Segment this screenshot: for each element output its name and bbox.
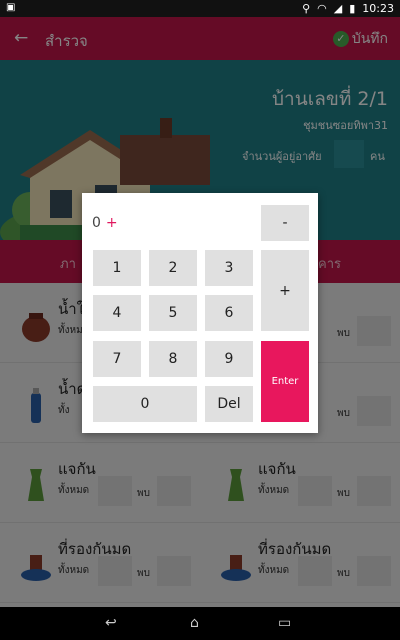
status-bar: ▣ ⚲ ◠ ◢ ▮ 10:23: [0, 0, 400, 17]
key-6[interactable]: 6: [205, 295, 253, 331]
plus-button[interactable]: +: [261, 250, 309, 331]
display-value: 0: [92, 215, 101, 231]
notification-icon: ▣: [6, 2, 16, 13]
enter-button[interactable]: Enter: [261, 341, 309, 422]
signal-icon: ◢: [333, 2, 343, 15]
display-operator: +: [105, 215, 118, 231]
recents-nav-icon[interactable]: ▭: [278, 615, 291, 631]
minus-button[interactable]: -: [261, 205, 309, 241]
key-2[interactable]: 2: [149, 250, 197, 286]
back-nav-icon[interactable]: ↩: [105, 615, 117, 631]
clock-time: 10:23: [362, 2, 394, 15]
system-nav-bar: ↩ ⌂ ▭: [0, 607, 400, 640]
key-0[interactable]: 0: [93, 386, 197, 422]
key-5[interactable]: 5: [149, 295, 197, 331]
key-9[interactable]: 9: [205, 341, 253, 377]
key-1[interactable]: 1: [93, 250, 141, 286]
key-8[interactable]: 8: [149, 341, 197, 377]
location-icon: ⚲: [302, 2, 311, 15]
key-7[interactable]: 7: [93, 341, 141, 377]
wifi-icon: ◠: [317, 2, 327, 15]
delete-button[interactable]: Del: [205, 386, 253, 422]
calculator-display: 0 +: [92, 215, 118, 231]
key-4[interactable]: 4: [93, 295, 141, 331]
battery-icon: ▮: [349, 2, 356, 15]
number-pad-dialog: 0 + - 1 2 3 + 4 5 6 7 8 9 Enter 0 Del: [82, 193, 318, 433]
home-nav-icon[interactable]: ⌂: [190, 615, 199, 631]
key-3[interactable]: 3: [205, 250, 253, 286]
